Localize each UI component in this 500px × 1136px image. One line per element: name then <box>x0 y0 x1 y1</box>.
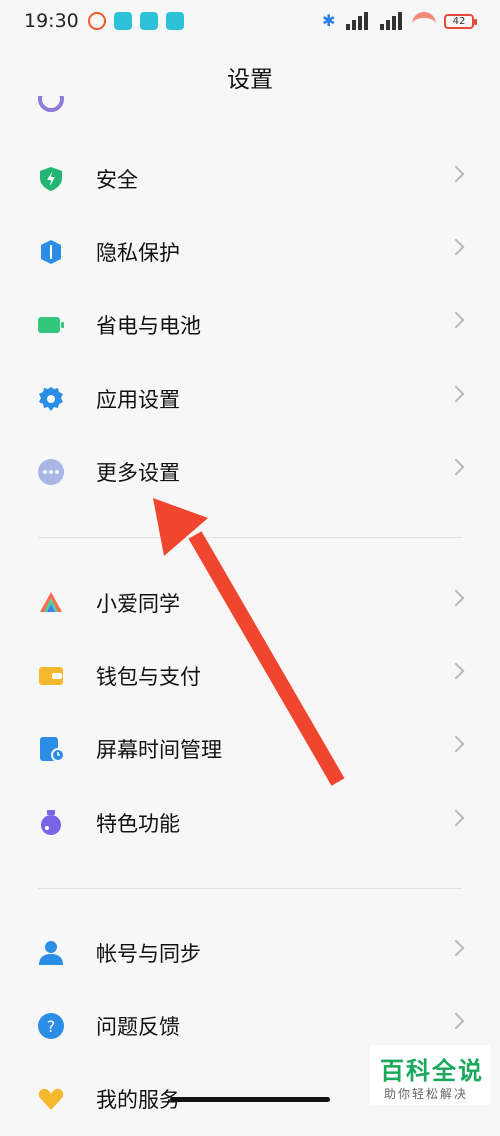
privacy-icon <box>41 240 61 264</box>
status-bar: 19:30 ✱ 42 <box>0 0 500 44</box>
settings-item-label: 小爱同学 <box>96 592 180 616</box>
settings-item-label: 隐私保护 <box>96 241 180 265</box>
alarm-icon <box>88 12 106 30</box>
chevron-right-icon <box>447 311 465 329</box>
partial-top-row <box>38 96 64 114</box>
settings-item-label: 帐号与同步 <box>96 942 201 966</box>
settings-item-security[interactable]: 安全 <box>0 142 500 216</box>
settings-item-label: 更多设置 <box>96 461 180 485</box>
chevron-right-icon <box>447 385 465 403</box>
section-divider <box>38 888 462 889</box>
chevron-right-icon <box>447 735 465 753</box>
status-time: 19:30 <box>24 10 79 32</box>
watermark-subtitle: 助你轻松解决 <box>384 1087 469 1101</box>
settings-item-label: 钱包与支付 <box>96 665 201 689</box>
signal-icon-2 <box>378 12 404 30</box>
chevron-right-icon <box>447 939 465 957</box>
battery-icon <box>38 317 64 333</box>
settings-item-xiaoai[interactable]: 小爱同学 <box>0 566 500 640</box>
watermark-title: 百科全说 <box>380 1057 484 1085</box>
edit-app-icon <box>166 12 184 30</box>
watermark: 百科全说 助你轻松解决 <box>370 1045 490 1105</box>
status-notifications <box>88 12 184 30</box>
chevron-right-icon <box>447 458 465 476</box>
feedback-icon: ? <box>38 1013 64 1039</box>
settings-item-app-settings[interactable]: 应用设置 <box>0 362 500 436</box>
chevron-right-icon <box>447 809 465 827</box>
wechat-icon <box>140 12 158 30</box>
section-divider <box>38 537 462 538</box>
settings-item-screen-time[interactable]: 屏幕时间管理 <box>0 712 500 786</box>
chevron-right-icon <box>447 238 465 256</box>
chevron-right-icon <box>447 589 465 607</box>
bluetooth-icon: ✱ <box>322 11 336 30</box>
screen-time-icon <box>40 737 64 762</box>
shield-icon <box>40 167 62 191</box>
settings-item-label: 问题反馈 <box>96 1015 180 1039</box>
settings-item-label: 省电与电池 <box>96 314 201 338</box>
home-indicator <box>170 1097 330 1102</box>
app-notification-icon <box>114 12 132 30</box>
settings-item-account-sync[interactable]: 帐号与同步 <box>0 916 500 990</box>
chevron-right-icon <box>447 165 465 183</box>
settings-item-label: 应用设置 <box>96 388 180 412</box>
page-title: 设置 <box>227 67 273 93</box>
svg-text:?: ? <box>47 1017 56 1036</box>
chevron-right-icon <box>447 662 465 680</box>
more-icon <box>38 459 64 485</box>
gear-icon <box>39 387 63 411</box>
settings-item-label: 我的服务 <box>96 1088 180 1112</box>
settings-item-wallet[interactable]: 钱包与支付 <box>0 639 500 713</box>
settings-item-label: 特色功能 <box>96 812 180 836</box>
settings-item-label: 屏幕时间管理 <box>96 738 222 762</box>
signal-icon-1 <box>344 12 370 30</box>
wallet-icon <box>39 667 63 685</box>
status-system-icons: ✱ 42 <box>322 11 477 30</box>
wifi-icon <box>412 12 436 30</box>
settings-item-battery[interactable]: 省电与电池 <box>0 288 500 362</box>
settings-item-privacy[interactable]: 隐私保护 <box>0 215 500 289</box>
settings-item-features[interactable]: 特色功能 <box>0 786 500 860</box>
feature-icon <box>41 810 61 835</box>
account-icon <box>39 941 63 965</box>
xiaoai-icon <box>40 592 62 612</box>
settings-item-more-settings[interactable]: 更多设置 <box>0 435 500 509</box>
service-icon <box>38 1088 64 1110</box>
chevron-right-icon <box>447 1012 465 1030</box>
battery-icon: 42 <box>444 13 477 29</box>
settings-item-label: 安全 <box>96 168 138 192</box>
